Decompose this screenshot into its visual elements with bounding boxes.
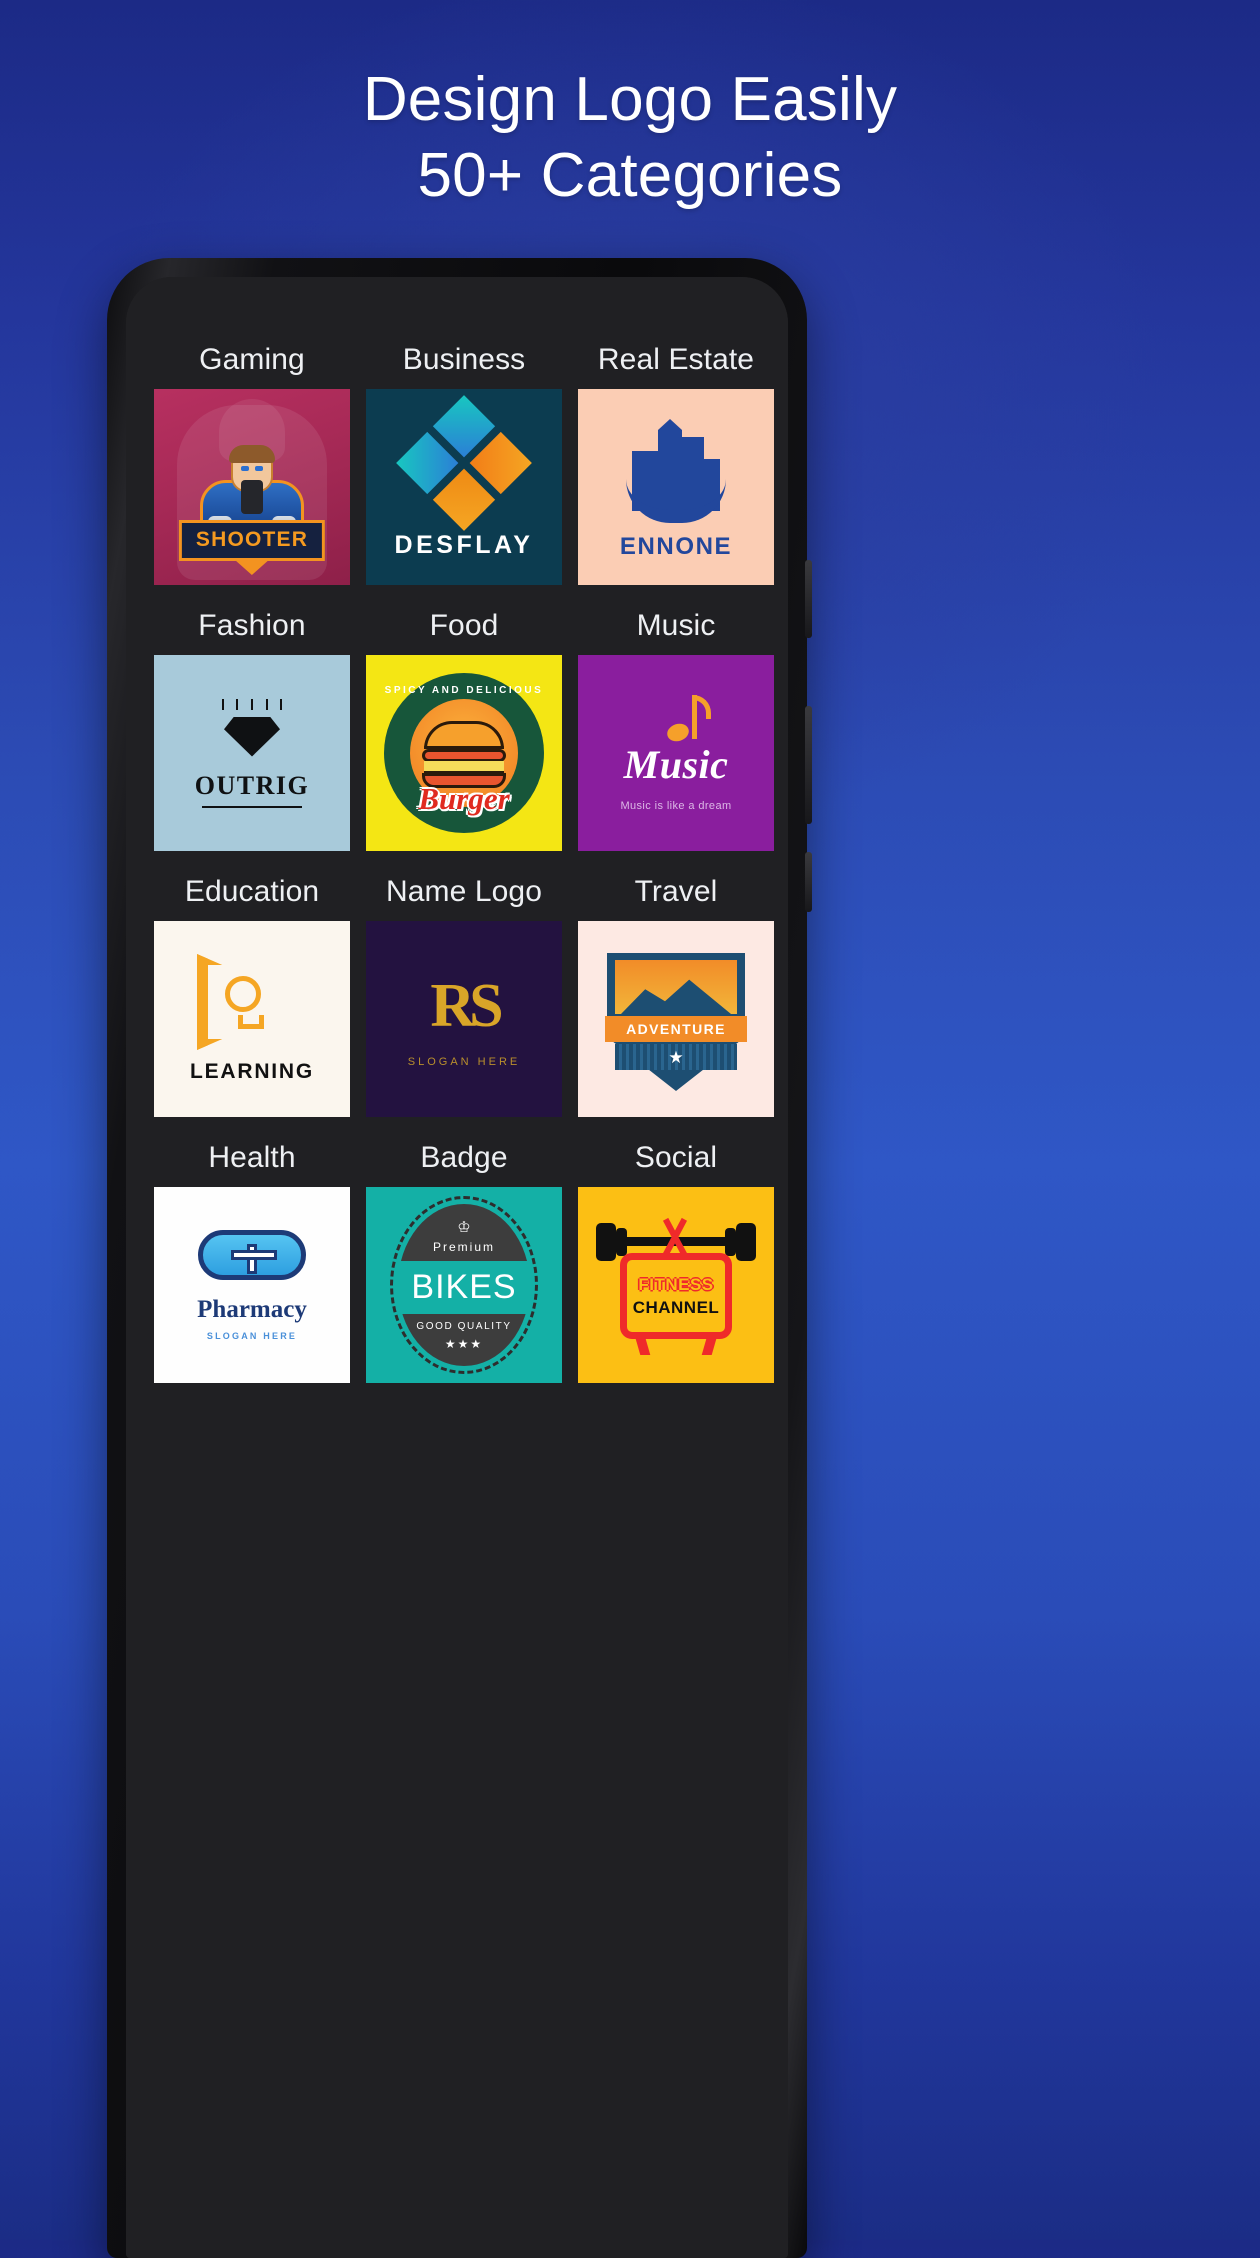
music-tagline: Music is like a dream	[620, 799, 732, 812]
music-note-icon	[664, 694, 711, 747]
crown-icon: ♔	[457, 1218, 471, 1236]
category-cell-business[interactable]: Business DESFLAY	[366, 319, 562, 585]
category-label-travel: Travel	[634, 875, 718, 908]
logo-tile-food[interactable]: SPICY AND DELICIOUS Burger	[366, 655, 562, 851]
rs-tagline: SLOGAN HERE	[407, 1055, 521, 1068]
logo-name-outrig: OUTRIG	[194, 770, 310, 800]
logo-tile-health[interactable]: Pharmacy SLOGAN HERE	[154, 1187, 350, 1383]
phone-button-volume-up[interactable]	[805, 560, 812, 638]
pill-cross-icon	[198, 1229, 306, 1280]
building-icon	[624, 413, 728, 523]
promo-headline: Design Logo Easily 50+ Categories	[0, 62, 1260, 215]
shooter-banner: SHOOTER	[178, 520, 326, 561]
logo-tile-gaming[interactable]: SHOOTER	[154, 389, 350, 585]
category-grid: Gaming SHOOTER Business DESFLAY Real Est…	[154, 319, 774, 1383]
category-label-real-estate: Real Estate	[597, 343, 755, 376]
category-cell-badge[interactable]: Badge ♔ Premium BIKES GOOD QUALITY ★★★	[366, 1117, 562, 1383]
category-label-gaming: Gaming	[199, 343, 305, 376]
logo-tile-name-logo[interactable]: RS SLOGAN HERE	[366, 921, 562, 1117]
logo-name-ennone: ENNONE	[619, 533, 733, 560]
logo-tile-badge[interactable]: ♔ Premium BIKES GOOD QUALITY ★★★	[366, 1187, 562, 1383]
star-icon: ★	[668, 1048, 684, 1067]
category-cell-health[interactable]: Health Pharmacy SLOGAN HERE	[154, 1117, 350, 1383]
burger-badge: SPICY AND DELICIOUS Burger	[384, 673, 544, 833]
badge-bottom-text: GOOD QUALITY	[416, 1320, 512, 1332]
logo-tile-education[interactable]: LEARNING	[154, 921, 350, 1117]
category-cell-education[interactable]: Education LEARNING	[154, 851, 350, 1117]
category-cell-name-logo[interactable]: Name Logo RS SLOGAN HERE	[366, 851, 562, 1117]
phone-screen-bezel: Gaming SHOOTER Business DESFLAY Real Est…	[126, 277, 788, 2258]
logo-tile-business[interactable]: DESFLAY	[366, 389, 562, 585]
phone-button-power[interactable]	[805, 852, 812, 912]
category-label-health: Health	[208, 1141, 296, 1174]
category-cell-real-estate[interactable]: Real Estate ENNONE	[578, 319, 774, 585]
logo-tile-music[interactable]: Music Music is like a dream	[578, 655, 774, 851]
category-cell-fashion[interactable]: Fashion OUTRIG	[154, 585, 350, 851]
logo-name-music: Music	[623, 741, 729, 787]
category-cell-travel[interactable]: Travel ADVENTURE ★	[578, 851, 774, 1117]
category-cell-music[interactable]: Music Music Music is like a dream	[578, 585, 774, 851]
logo-name-shooter: SHOOTER	[195, 528, 309, 551]
logo-name-burger: Burger	[418, 781, 510, 816]
phone-button-volume-down[interactable]	[805, 706, 812, 824]
stars-icon: ★★★	[444, 1336, 484, 1351]
divider	[202, 805, 302, 808]
category-label-food: Food	[429, 609, 499, 642]
oval-badge-icon: ♔ Premium BIKES GOOD QUALITY ★★★	[390, 1196, 538, 1374]
headline-line-2: 50+ Categories	[417, 141, 843, 211]
category-cell-social[interactable]: Social FITNESS CHANNEL	[578, 1117, 774, 1383]
badge-top-text: Premium	[432, 1239, 495, 1254]
logo-name-rs: RS	[430, 971, 503, 1040]
category-label-music: Music	[636, 609, 716, 642]
gem-icon	[224, 716, 280, 757]
headline-line-1: Design Logo Easily	[362, 65, 898, 134]
category-label-fashion: Fashion	[198, 609, 306, 642]
logo-name-bikes: BIKES	[398, 1260, 530, 1314]
category-label-badge: Badge	[420, 1141, 508, 1174]
category-label-name-logo: Name Logo	[386, 875, 542, 908]
category-label-business: Business	[402, 343, 526, 376]
logo-name-pharmacy: Pharmacy	[197, 1295, 307, 1323]
phone-mockup: Gaming SHOOTER Business DESFLAY Real Est…	[107, 258, 812, 2258]
category-label-social: Social	[634, 1141, 718, 1174]
category-cell-food[interactable]: Food SPICY AND DELICIOUS Burger	[366, 585, 562, 851]
category-cell-gaming[interactable]: Gaming SHOOTER	[154, 319, 350, 585]
gun-icon	[241, 480, 263, 514]
logo-tile-social[interactable]: FITNESS CHANNEL	[578, 1187, 774, 1383]
logo-name-desflay: DESFLAY	[394, 530, 534, 559]
logo-tile-real-estate[interactable]: ENNONE	[578, 389, 774, 585]
app-screen: Gaming SHOOTER Business DESFLAY Real Est…	[126, 277, 788, 2258]
play-bulb-icon	[197, 954, 307, 1050]
logo-name-fitness: FITNESS	[638, 1274, 714, 1294]
logo-name-learning: LEARNING	[189, 1060, 315, 1083]
mountain-shield-icon: ADVENTURE ★	[601, 944, 751, 1094]
logo-tile-travel[interactable]: ADVENTURE ★	[578, 921, 774, 1117]
sparkle-rays-icon	[222, 698, 282, 711]
diamond-icon	[396, 394, 532, 531]
logo-tile-fashion[interactable]: OUTRIG	[154, 655, 350, 851]
category-label-education: Education	[184, 875, 320, 908]
tv-dumbbell-icon: FITNESS CHANNEL	[596, 1205, 756, 1365]
pharmacy-tagline: SLOGAN HERE	[206, 1330, 298, 1341]
logo-name-adventure: ADVENTURE	[626, 1021, 726, 1037]
logo-name-channel: CHANNEL	[632, 1297, 720, 1317]
